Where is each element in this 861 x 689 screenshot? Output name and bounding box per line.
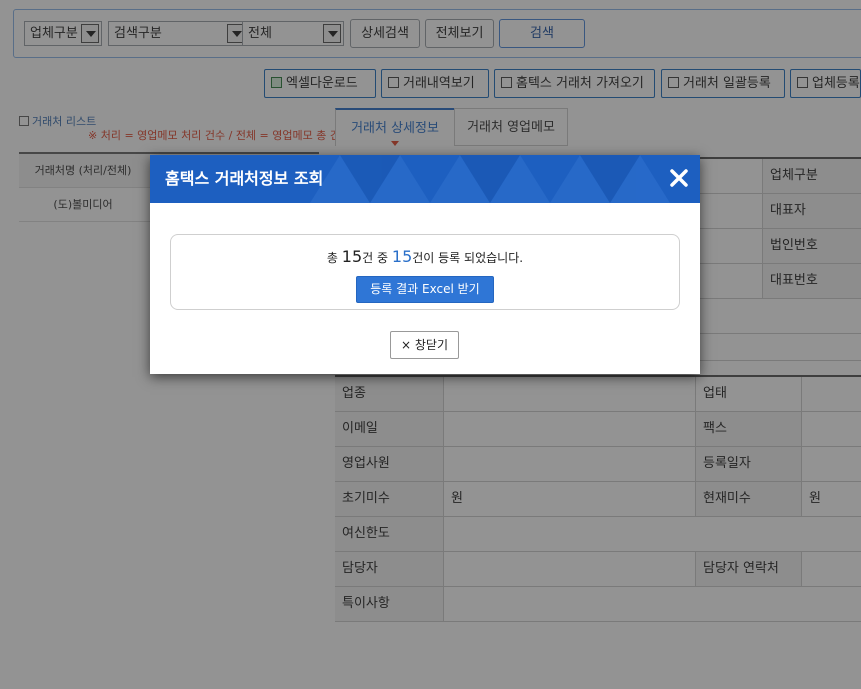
- modal-header: 홈택스 거래처정보 조회: [150, 155, 700, 203]
- close-window-button[interactable]: × 창닫기: [390, 331, 459, 359]
- registered-count: 15: [391, 247, 413, 266]
- total-count: 15: [341, 247, 363, 266]
- hometax-lookup-modal: 홈택스 거래처정보 조회 총 15건 중 15건이 등록 되었습니다. 등록 결…: [150, 155, 700, 374]
- modal-title: 홈택스 거래처정보 조회: [165, 169, 324, 188]
- excel-result-button[interactable]: 등록 결과 Excel 받기: [356, 276, 494, 303]
- result-message: 총 15건 중 15건이 등록 되었습니다.: [171, 247, 679, 266]
- close-icon[interactable]: [668, 167, 690, 189]
- msg-prefix: 총: [326, 251, 338, 265]
- msg-middle: 건 중: [362, 251, 389, 265]
- msg-suffix: 건이 등록 되었습니다.: [412, 251, 524, 265]
- result-message-box: 총 15건 중 15건이 등록 되었습니다. 등록 결과 Excel 받기: [170, 234, 680, 310]
